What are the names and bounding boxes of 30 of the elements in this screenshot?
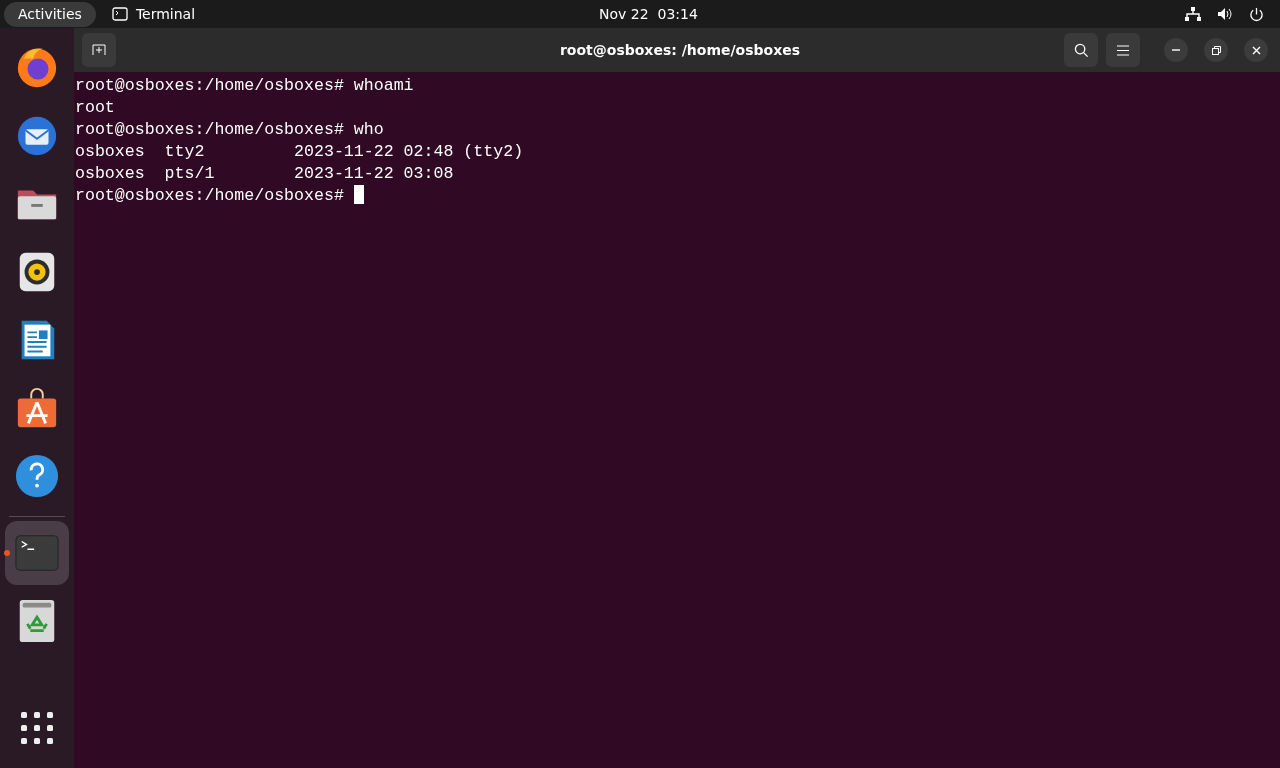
search-button[interactable] (1064, 33, 1098, 67)
window-title: root@osboxes: /home/osboxes (559, 42, 801, 58)
menu-icon (1117, 44, 1129, 56)
close-button[interactable] (1244, 38, 1268, 62)
terminal-line: root@osboxes:/home/osboxes# whoami (75, 76, 414, 95)
close-icon (1251, 45, 1261, 55)
terminal-line: root@osboxes:/home/osboxes# (75, 186, 345, 205)
terminal-line: osboxes tty2 2023-11-22 02:48 (tty2) (75, 142, 524, 161)
question-mark-icon[interactable] (14, 453, 60, 499)
terminal-icon (111, 7, 128, 21)
search-icon (1073, 42, 1089, 58)
app-grid-icon[interactable] (21, 712, 53, 744)
restore-icon (1211, 45, 1221, 55)
menu-button[interactable] (1106, 33, 1140, 67)
terminal-line: osboxes pts/1 2023-11-22 03:08 (75, 164, 454, 183)
text-cursor (353, 185, 364, 204)
new-tab-icon (92, 44, 106, 56)
power-icon[interactable] (1249, 6, 1264, 22)
speaker-icon[interactable] (1217, 7, 1233, 21)
minimize-button[interactable] (1164, 38, 1188, 62)
running-indicator (4, 550, 10, 556)
clock[interactable]: Nov 22 03:14 (599, 5, 698, 22)
activities-button[interactable]: Activities (4, 1, 96, 27)
minimize-icon (1172, 49, 1180, 51)
app-name[interactable]: Terminal (135, 3, 196, 25)
new-tab-button[interactable] (82, 33, 116, 67)
network-icon[interactable] (1185, 7, 1201, 21)
restore-button[interactable] (1204, 38, 1228, 62)
terminal-line: root@osboxes:/home/osboxes# who (75, 120, 384, 139)
terminal-line: root (75, 98, 115, 117)
